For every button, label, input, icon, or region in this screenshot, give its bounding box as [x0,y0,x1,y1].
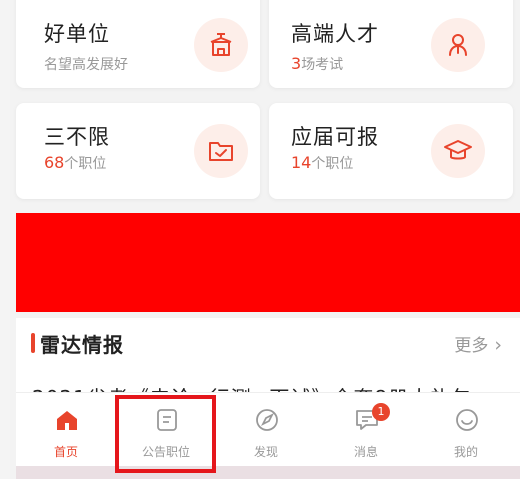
tab-profile[interactable]: 我的 [416,393,516,467]
card-title: 好单位 [44,22,110,46]
card-subtitle: 14个职位 [291,153,354,172]
bottom-tab-bar: 首页 公告职位 发现 1 消息 我的 [16,392,520,466]
tab-home[interactable]: 首页 [16,393,116,467]
app-screen: 好单位 名望高发展好 高端人才 3场考试 三不限 68个职位 应届可报 14个职… [10,0,520,479]
tab-messages[interactable]: 1 消息 [316,393,416,467]
person-icon [431,18,485,72]
tab-discover[interactable]: 发现 [216,393,316,467]
card-good-employer[interactable]: 好单位 名望高发展好 [16,0,260,88]
section-title: 雷达情报 [40,333,124,357]
tab-label: 消息 [353,445,378,459]
card-no-restriction[interactable]: 三不限 68个职位 [16,103,260,199]
card-high-talent[interactable]: 高端人才 3场考试 [269,0,513,88]
checked-folder-icon [194,124,248,178]
section-accent-bar [31,333,35,353]
home-icon [57,411,77,430]
card-subtitle: 3场考试 [291,54,344,73]
promo-banner[interactable] [16,213,520,312]
unread-badge: 1 [372,403,390,421]
card-title: 三不限 [44,125,110,149]
tab-label: 首页 [53,445,78,459]
card-title: 高端人才 [291,22,379,46]
chevron-right-icon: › [488,334,502,356]
bottom-strip [16,466,520,479]
smile-icon [456,409,478,431]
card-subtitle: 68个职位 [44,153,107,172]
tab-label: 发现 [253,445,278,459]
card-subtitle: 名望高发展好 [44,57,128,73]
highlight-box [115,395,216,473]
more-link[interactable]: 更多 › [454,331,502,356]
compass-icon [256,409,278,431]
graduation-cap-icon [431,124,485,178]
tab-label: 我的 [453,445,478,459]
card-fresh-graduate[interactable]: 应届可报 14个职位 [269,103,513,199]
building-icon [194,18,248,72]
card-title: 应届可报 [291,125,379,149]
